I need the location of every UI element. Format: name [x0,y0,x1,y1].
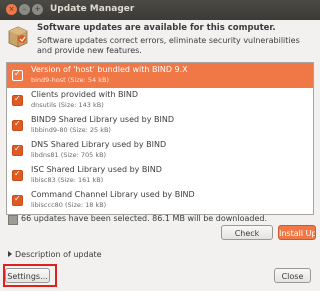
install-updates-button[interactable]: Install Updates [278,225,316,240]
list-item[interactable]: Version of 'host' bundled with BIND 9.X … [7,63,313,88]
update-title: Command Channel Library used by BIND [31,190,195,199]
checkbox[interactable] [12,144,23,156]
update-subtitle: dnsutils (Size: 143 kB) [31,101,104,109]
checkbox[interactable] [12,169,23,181]
title-bar[interactable]: × – + Update Manager [0,0,320,20]
update-subtitle: libisc83 (Size: 161 kB) [31,176,104,184]
close-button[interactable]: Close [274,268,311,283]
window-minimize-icon[interactable]: – [19,4,30,15]
window-title: Update Manager [50,4,135,14]
status-text: 66 updates have been selected. 86.1 MB w… [21,214,267,223]
list-item[interactable]: ISC Shared Library used by BIND libisc83… [7,163,313,188]
window-maximize-icon[interactable]: + [32,4,43,15]
expander-arrow-icon [8,251,12,257]
update-list[interactable]: Version of 'host' bundled with BIND 9.X … [6,62,314,215]
header-title: Software updates are available for this … [37,23,276,33]
update-title: Clients provided with BIND [31,90,139,99]
update-title: DNS Shared Library used by BIND [31,140,167,149]
update-title: ISC Shared Library used by BIND [31,165,162,174]
update-subtitle: bind9-host (Size: 54 kB) [31,76,109,84]
checkbox[interactable] [12,69,23,81]
package-icon [8,26,28,48]
header-description: Software updates correct errors, elimina… [37,36,300,55]
header: Software updates are available for this … [0,20,320,60]
list-item[interactable]: BIND9 Shared Library used by BIND libbin… [7,113,313,138]
check-button[interactable]: Check [221,225,273,240]
list-item[interactable]: Command Channel Library used by BIND lib… [7,188,313,213]
download-icon [8,215,18,225]
list-item[interactable]: DNS Shared Library used by BIND libdns81… [7,138,313,163]
settings-button[interactable]: Settings... [5,268,50,283]
update-subtitle: libbind9-80 (Size: 25 kB) [31,126,111,134]
window-close-icon[interactable]: × [6,4,17,15]
description-label: Description of update [15,250,102,259]
checkbox[interactable] [12,119,23,131]
checkbox[interactable] [12,94,23,106]
list-item[interactable]: Clients provided with BIND dnsutils (Siz… [7,88,313,113]
update-subtitle: libdns81 (Size: 705 kB) [31,151,107,159]
update-title: BIND9 Shared Library used by BIND [31,115,174,124]
update-subtitle: libisccc80 (Size: 18 kB) [31,201,107,209]
checkbox[interactable] [12,194,23,206]
update-title: Version of 'host' bundled with BIND 9.X [31,65,188,74]
